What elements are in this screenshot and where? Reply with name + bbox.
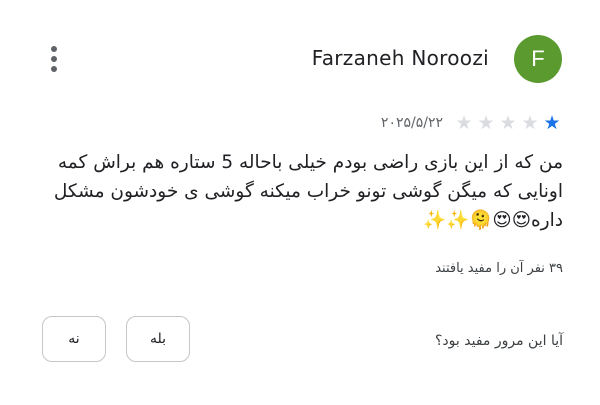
star-rating: ★ ★ ★ ★ ★ bbox=[453, 113, 563, 133]
star-icon: ★ bbox=[455, 112, 473, 134]
menu-dot bbox=[51, 66, 57, 72]
helpful-question: آیا این مرور مفید بود؟ bbox=[435, 333, 563, 349]
menu-dot bbox=[51, 46, 57, 52]
reviewer-name: Farzaneh Noroozi bbox=[311, 46, 489, 70]
more-options-icon[interactable] bbox=[42, 44, 66, 74]
review-text: من که از این بازی راضی بودم خیلی باحاله … bbox=[53, 152, 563, 231]
star-icon: ★ bbox=[499, 112, 517, 134]
rating-row: ★ ★ ★ ★ ★ ۲۰۲۵/۵/۲۲ bbox=[381, 113, 563, 133]
helpful-yes-button[interactable]: بله bbox=[126, 316, 190, 362]
review-date: ۲۰۲۵/۵/۲۲ bbox=[380, 115, 443, 131]
helpful-no-button[interactable]: نه bbox=[42, 316, 106, 362]
star-icon: ★ bbox=[521, 112, 539, 134]
menu-dot bbox=[51, 56, 57, 62]
avatar: F bbox=[514, 35, 562, 83]
star-icon: ★ bbox=[543, 112, 561, 134]
star-icon: ★ bbox=[477, 112, 495, 134]
helpful-count: ۳۹ نفر آن را مفید یافتند bbox=[435, 261, 563, 276]
